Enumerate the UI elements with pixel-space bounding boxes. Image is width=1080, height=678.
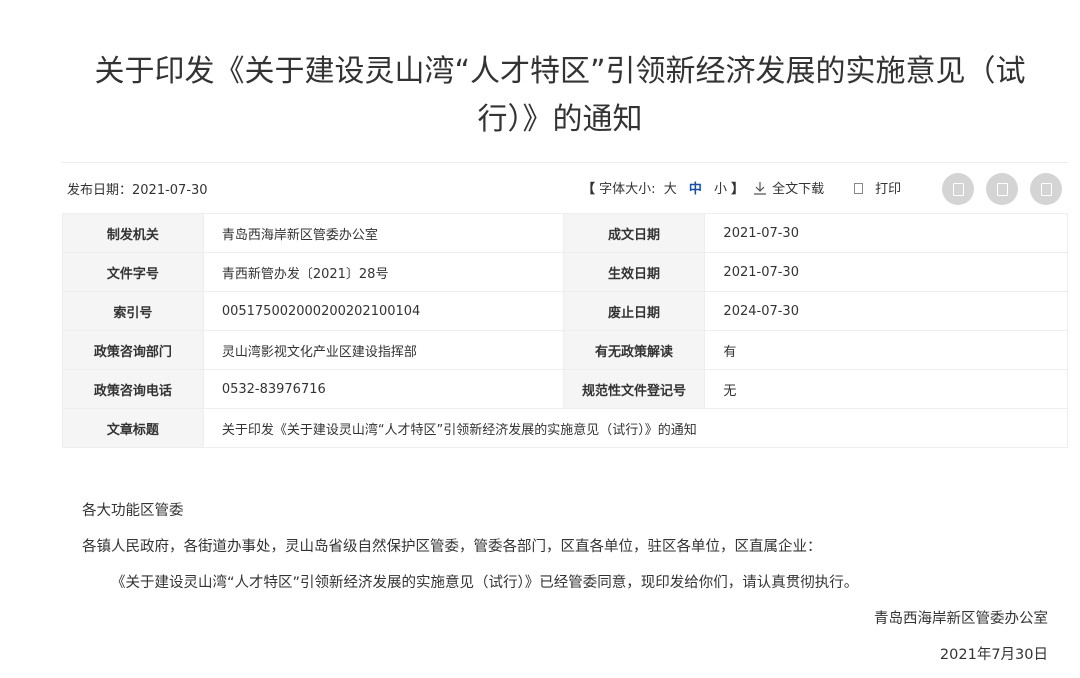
info-label: 有无政策解读 bbox=[562, 330, 706, 370]
info-label: 生效日期 bbox=[562, 252, 706, 292]
share-icon-3[interactable] bbox=[1030, 173, 1062, 205]
font-size-small[interactable]: 小 bbox=[714, 182, 727, 197]
font-size-bracket-open: 【 bbox=[582, 182, 596, 197]
download-icon bbox=[754, 182, 766, 195]
table-row: 文件字号 青西新管办发〔2021〕28号 生效日期 2021-07-30 bbox=[62, 252, 1068, 292]
info-value: 无 bbox=[704, 369, 1068, 409]
font-size-large[interactable]: 大 bbox=[664, 182, 677, 197]
table-row: 文章标题 关于印发《关于建设灵山湾“人才特区”引领新经济发展的实施意见（试行）》… bbox=[62, 408, 1069, 448]
print-icon bbox=[854, 183, 863, 194]
addressee-line-1: 各大功能区管委 bbox=[82, 503, 184, 519]
body-paragraph: 《关于建设灵山湾“人才特区”引领新经济发展的实施意见（试行）》已经管委同意，现印… bbox=[111, 575, 859, 591]
page-title-line-2: 行）》的通知 bbox=[477, 102, 643, 138]
info-label: 制发机关 bbox=[62, 213, 204, 253]
info-value: 2021-07-30 bbox=[704, 213, 1068, 253]
title-divider bbox=[62, 162, 1068, 163]
info-label: 政策咨询部门 bbox=[62, 330, 204, 370]
info-value: 0532-83976716 bbox=[202, 369, 564, 409]
info-value: 2021-07-30 bbox=[704, 252, 1068, 292]
share-icon-2[interactable] bbox=[986, 173, 1018, 205]
info-label: 规范性文件登记号 bbox=[562, 369, 706, 409]
info-value: 青岛西海岸新区管委办公室 bbox=[202, 213, 564, 253]
download-label: 全文下载 bbox=[772, 182, 825, 197]
table-row: 制发机关 青岛西海岸新区管委办公室 成文日期 2021-07-30 bbox=[62, 213, 1068, 253]
print-button[interactable]: 打印 bbox=[854, 178, 901, 197]
meta-bar: 发布日期：2021-07-30 【 字体大小: 大 中 小 】 全文下载 打印 bbox=[62, 168, 1068, 208]
document-body: 各大功能区管委 各镇人民政府，各街道办事处，灵山岛省级自然保护区管委，管委各部门… bbox=[82, 498, 1052, 678]
table-row: 政策咨询部门 灵山湾影视文化产业区建设指挥部 有无政策解读 有 bbox=[62, 330, 1068, 370]
download-full-text[interactable]: 全文下载 bbox=[752, 178, 824, 197]
info-label: 政策咨询电话 bbox=[62, 369, 204, 409]
info-label: 文件字号 bbox=[62, 252, 204, 292]
addressee-line-2: 各镇人民政府，各街道办事处，灵山岛省级自然保护区管委，管委各部门，区直各单位，驻… bbox=[82, 539, 822, 555]
print-label: 打印 bbox=[875, 182, 902, 197]
article-title-label: 文章标题 bbox=[62, 408, 204, 448]
font-size-label: 字体大小: bbox=[599, 182, 656, 197]
signature: 青岛西海岸新区管委办公室 bbox=[874, 611, 1048, 627]
info-label: 索引号 bbox=[62, 291, 204, 331]
info-value: 005175002000200202100104 bbox=[202, 291, 564, 331]
page-title-line-1: 关于印发《关于建设灵山湾“人才特区”引领新经济发展的实施意见（试 bbox=[94, 54, 1026, 90]
info-value: 有 bbox=[704, 330, 1068, 370]
table-row: 政策咨询电话 0532-83976716 规范性文件登记号 无 bbox=[62, 369, 1068, 409]
table-row: 索引号 005175002000200202100104 废止日期 2024-0… bbox=[62, 291, 1068, 331]
font-size-control: 【 字体大小: 大 中 小 】 bbox=[582, 178, 744, 197]
signature-date: 2021年7月30日 bbox=[939, 647, 1048, 663]
document-info-table: 制发机关 青岛西海岸新区管委办公室 成文日期 2021-07-30 文件字号 青… bbox=[62, 213, 1069, 448]
info-label: 废止日期 bbox=[562, 291, 706, 331]
font-size-medium[interactable]: 中 bbox=[689, 182, 702, 197]
info-value: 灵山湾影视文化产业区建设指挥部 bbox=[202, 330, 564, 370]
font-size-bracket-close: 】 bbox=[731, 182, 745, 197]
page-title: 关于印发《关于建设灵山湾“人才特区”引领新经济发展的实施意见（试 行）》的通知 bbox=[60, 48, 1060, 144]
publish-date: 发布日期：2021-07-30 bbox=[67, 183, 208, 198]
info-value: 青西新管办发〔2021〕28号 bbox=[202, 252, 564, 292]
share-icon-1[interactable] bbox=[942, 173, 974, 205]
article-title-value: 关于印发《关于建设灵山湾“人才特区”引领新经济发展的实施意见（试行）》的通知 bbox=[202, 408, 1069, 448]
info-value: 2024-07-30 bbox=[704, 291, 1068, 331]
info-label: 成文日期 bbox=[562, 213, 706, 253]
